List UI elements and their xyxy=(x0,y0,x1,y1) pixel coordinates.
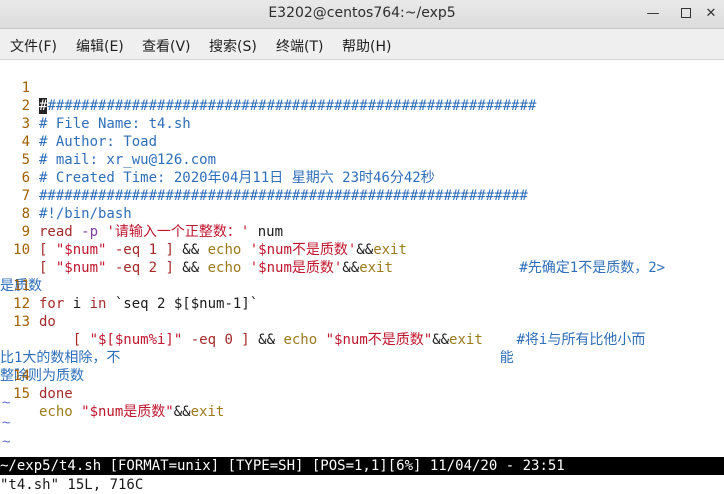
code-operator: && xyxy=(432,332,450,348)
code-comment: #先确定1不是质数，2> xyxy=(392,260,666,276)
code-line-wrap: 比1大的数相除，不 能 xyxy=(0,313,514,366)
code-line: 11 for i in `seq 2 $[$num-1]` xyxy=(0,259,258,312)
menu-edit[interactable]: 编辑(E) xyxy=(76,36,124,56)
code-command: echo xyxy=(207,260,242,276)
code-string: "$num不是质数" xyxy=(317,332,433,348)
code-operator: && xyxy=(342,260,360,276)
code-line-wrap: 整除则为质数 xyxy=(0,331,84,384)
code-option: -p xyxy=(72,224,107,240)
code-text: # Author: Toad xyxy=(39,134,158,150)
code-test: -eq 0 ] xyxy=(182,332,250,348)
code-text: # File Name: t4.sh xyxy=(39,116,191,132)
code-line: 5 # Created Time: 2020年04月11日 星期六 23时46分… xyxy=(0,133,435,186)
menu-terminal[interactable]: 终端(T) xyxy=(276,36,323,56)
vim-status-line: ~/exp5/t4.sh [FORMAT=unix] [TYPE=SH] [PO… xyxy=(0,457,724,475)
code-text: # Created Time: 2020年04月11日 星期六 23时46分42… xyxy=(39,170,435,186)
minimize-icon: — xyxy=(646,6,660,21)
code-operator: && xyxy=(173,242,208,258)
code-operator: && xyxy=(356,242,374,258)
code-string: '$num不是质数' xyxy=(241,242,357,258)
code-comment: #将i与所有比他小而 xyxy=(482,332,646,348)
code-test: -eq 2 ] xyxy=(106,260,174,276)
menu-bar: 文件(F) 编辑(E) 查看(V) 搜索(S) 终端(T) 帮助(H) xyxy=(0,29,724,60)
vim-message-line: "t4.sh" 15L, 716C xyxy=(0,476,724,494)
code-keyword: in xyxy=(89,296,107,312)
code-string: "$num" xyxy=(55,260,107,276)
code-command: exit xyxy=(359,260,393,276)
code-text: ########################################… xyxy=(39,188,528,204)
code-string: "$num是质数" xyxy=(72,404,174,420)
maximize-button[interactable] xyxy=(676,4,696,24)
code-line: 7 #!/bin/bash xyxy=(0,169,132,222)
code-line: 6 ######################################… xyxy=(0,151,528,204)
code-string: '请输入一个正整数：' xyxy=(106,224,250,240)
code-command: exit xyxy=(373,242,407,258)
code-text: #!/bin/bash xyxy=(39,206,132,222)
title-bar[interactable]: E3202@centos764:~/exp5 — ✕ xyxy=(0,0,724,29)
empty-line-marker: ~ xyxy=(2,415,11,431)
code-command: echo xyxy=(207,242,242,258)
close-icon: ✕ xyxy=(705,6,717,21)
code-text: # mail: xr_wu@126.com xyxy=(39,152,217,168)
minimize-button[interactable]: — xyxy=(643,4,663,24)
code-text: 比1大的数相除，不 能 xyxy=(0,350,514,366)
code-line: 15 echo "$num是质数"&&exit xyxy=(0,367,224,420)
code-line: 12 do xyxy=(0,277,56,330)
code-text: `seq 2 $[$num-1]` xyxy=(106,296,259,312)
menu-view[interactable]: 查看(V) xyxy=(142,36,191,56)
code-operator: && xyxy=(249,332,284,348)
code-line: 10 [ "$num" -eq 2 ] && echo '$num是质数'&&e… xyxy=(0,223,665,276)
maximize-icon xyxy=(681,7,691,18)
vim-editor[interactable]: 1 ######################################… xyxy=(0,60,724,456)
empty-line-marker: ~ xyxy=(2,395,11,411)
terminal-window: E3202@centos764:~/exp5 — ✕ 文件(F) 编辑(E) 查… xyxy=(0,0,724,494)
code-text: i xyxy=(64,296,90,312)
code-line: 4 # mail: xr_wu@126.com xyxy=(0,115,216,168)
code-command: echo xyxy=(283,332,318,348)
code-line: 2 # File Name: t4.sh xyxy=(0,79,191,132)
close-button[interactable]: ✕ xyxy=(701,4,721,24)
code-line: 8 read -p '请输入一个正整数：' num xyxy=(0,187,283,240)
code-line: 3 # Author: Toad xyxy=(0,97,157,150)
code-text: num xyxy=(249,224,284,240)
code-operator: && xyxy=(173,404,191,420)
code-string: "$[$num%i]" xyxy=(89,332,183,348)
code-string: "$num" xyxy=(55,242,107,258)
code-line: 14 done xyxy=(0,349,73,402)
window-title: E3202@centos764:~/exp5 xyxy=(268,5,456,21)
code-command: exit xyxy=(449,332,483,348)
code-operator: && xyxy=(173,260,208,276)
code-string: '$num是质数' xyxy=(241,260,343,276)
code-line: 1 ######################################… xyxy=(0,61,536,114)
menu-help[interactable]: 帮助(H) xyxy=(342,36,391,56)
code-command: echo xyxy=(39,404,73,420)
menu-search[interactable]: 搜索(S) xyxy=(209,36,257,56)
code-line: 13 [ "$[$num%i]" -eq 0 ] && echo "$num不是… xyxy=(0,295,645,348)
code-command: exit xyxy=(190,404,225,420)
menu-file[interactable]: 文件(F) xyxy=(10,36,57,56)
code-text: ########################################… xyxy=(47,98,537,114)
code-test: -eq 1 ] xyxy=(106,242,174,258)
code-line: 9 [ "$num" -eq 1 ] && echo '$num不是质数'&&e… xyxy=(0,205,407,258)
empty-line-marker: ~ xyxy=(2,434,11,450)
code-line-wrap: 是质数 xyxy=(0,241,51,294)
